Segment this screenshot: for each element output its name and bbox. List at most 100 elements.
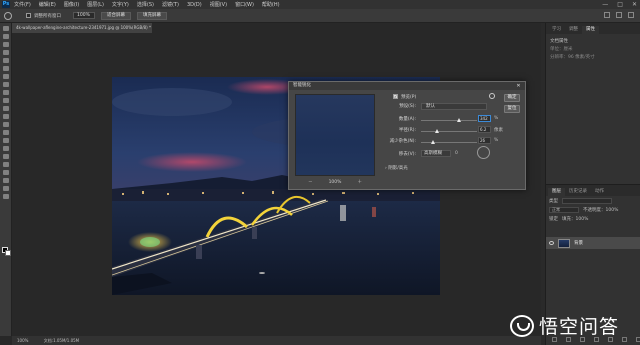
menu-help[interactable]: 帮助(H) [262,1,280,8]
noise-input[interactable]: 26 [478,137,491,144]
maximize-button[interactable]: □ [617,1,623,8]
radius-input[interactable]: 6.2 [478,126,491,133]
close-window-button[interactable]: ✕ [632,1,637,8]
radius-slider[interactable] [421,129,477,133]
properties-body: 文档属性 单位：厘米 分辨率：96 像素/英寸 [546,34,640,66]
smart-sharpen-dialog: 智能锐化 ✕ － 100% ＋ ✓ 预览(P) 确定 复位 预设(S): 默认 … [288,81,526,190]
status-zoom[interactable]: 100% [17,338,28,343]
marquee-tool-icon[interactable] [3,34,9,39]
tab-layers[interactable]: 图层 [548,188,565,196]
angle-dial-icon[interactable] [477,146,490,159]
type-tool-icon[interactable] [3,154,9,159]
resize-all-windows-checkbox[interactable] [26,13,31,18]
noise-slider-knob[interactable] [431,140,436,144]
blend-mode-select[interactable]: 正常 [549,206,579,213]
dodge-tool-icon[interactable] [3,138,9,143]
eyedropper-tool-icon[interactable] [3,74,9,79]
tab-history[interactable]: 历史记录 [565,188,591,196]
amount-slider-knob[interactable] [457,118,462,122]
menu-view[interactable]: 视图(V) [210,1,227,8]
more-tools-icon[interactable] [3,194,9,199]
crop-tool-icon[interactable] [3,58,9,63]
zoom-field[interactable]: 100% [73,12,95,19]
menu-image[interactable]: 图像(I) [64,1,79,8]
lasso-tool-icon[interactable] [3,42,9,47]
menu-edit[interactable]: 编辑(E) [39,1,56,8]
layer-row-background[interactable]: 背景 [546,237,640,249]
eraser-tool-icon[interactable] [3,114,9,119]
shape-tool-icon[interactable] [3,170,9,175]
menu-select[interactable]: 选择(S) [137,1,154,8]
shadow-highlight-label: 阴影/高光 [388,166,408,171]
preview-label: 预览(P) [401,95,417,100]
remove-select[interactable]: 高斯模糊 [421,150,451,157]
amount-label: 数量(A): [398,117,416,122]
menu-type[interactable]: 文字(Y) [112,1,129,8]
tab-adjustments[interactable]: 调整 [565,26,582,34]
menu-window[interactable]: 窗口(W) [235,1,254,8]
opacity-label[interactable]: 不透明度：100% [583,207,618,213]
blend-row: 正常 不透明度：100% [546,205,640,214]
search-icon[interactable] [604,12,610,18]
zoom-out-button[interactable]: － [308,179,313,185]
layer-name: 背景 [574,241,583,246]
brush-tool-icon[interactable] [3,90,9,95]
hand-tool-icon[interactable] [3,178,9,183]
visibility-eye-icon[interactable] [549,241,554,245]
share-icon[interactable] [628,12,634,18]
zoom-tool-icon[interactable] [3,186,9,191]
zoom-in-button[interactable]: ＋ [357,179,362,185]
preset-select[interactable]: 默认 [421,103,487,110]
move-tool-icon[interactable] [3,26,9,31]
preview-checkbox[interactable]: ✓ [393,94,398,99]
layer-filter-box[interactable] [562,197,612,204]
status-bar: 100% 文档:1.05M/1.05M [12,336,541,345]
pen-tool-icon[interactable] [3,146,9,151]
blur-tool-icon[interactable] [3,130,9,135]
fit-screen-button[interactable]: 适合屏幕 [101,11,131,20]
angle-value[interactable]: 0 [455,151,458,156]
stamp-tool-icon[interactable] [3,98,9,103]
radius-slider-knob[interactable] [434,129,439,133]
amount-slider[interactable] [421,118,477,122]
tab-actions[interactable]: 动作 [591,188,608,196]
trash-icon[interactable] [636,337,640,342]
menu-3d[interactable]: 3D(D) [187,2,202,8]
quick-select-tool-icon[interactable] [3,50,9,55]
menu-layer[interactable]: 图层(L) [87,1,104,8]
tab-properties[interactable]: 属性 [582,26,599,34]
menu-file[interactable]: 文件(F) [14,1,31,8]
shadow-highlight-section[interactable]: › 阴影/高光 [385,165,408,171]
noise-slider[interactable] [421,140,477,144]
preview-zoom-value: 100% [328,179,342,185]
layer-kind-label[interactable]: 类型 [549,198,558,204]
menu-filter[interactable]: 滤镜(T) [162,1,179,8]
frame-tool-icon[interactable] [3,66,9,71]
zoom-tool-icon[interactable] [4,11,12,20]
dialog-close-button[interactable]: ✕ [515,83,522,89]
reset-button[interactable]: 复位 [504,105,520,113]
path-select-tool-icon[interactable] [3,162,9,167]
tab-learn[interactable]: 学习 [548,26,565,34]
tools-panel [0,23,12,336]
document-tab[interactable]: 4k-wallpaper-aflengine-architecture-2341… [12,23,152,33]
preset-label: 预设(S): [399,104,416,109]
radius-label: 半径(R): [398,128,416,133]
properties-resolution: 分辨率：96 像素/英寸 [550,55,595,60]
minimize-button[interactable]: — [602,1,608,8]
new-layer-icon[interactable] [622,337,627,342]
right-panels: 学习 调整 属性 文档属性 单位：厘米 分辨率：96 像素/英寸 图层 历史记录… [545,23,640,345]
gear-icon[interactable] [489,93,495,99]
ok-button[interactable]: 确定 [504,94,520,102]
healing-tool-icon[interactable] [3,82,9,87]
amount-input[interactable]: 342 [478,115,491,122]
preview-zoom-controls: － 100% ＋ [295,177,375,187]
history-brush-tool-icon[interactable] [3,106,9,111]
fill-label[interactable]: 填充：100% [562,216,588,222]
fill-screen-button[interactable]: 填充屏幕 [137,11,167,20]
gradient-tool-icon[interactable] [3,122,9,127]
background-color-swatch[interactable] [5,250,11,256]
sharpen-preview-image[interactable] [295,94,375,176]
radius-unit: 像素 [494,128,503,133]
workspace-icon[interactable] [616,12,622,18]
